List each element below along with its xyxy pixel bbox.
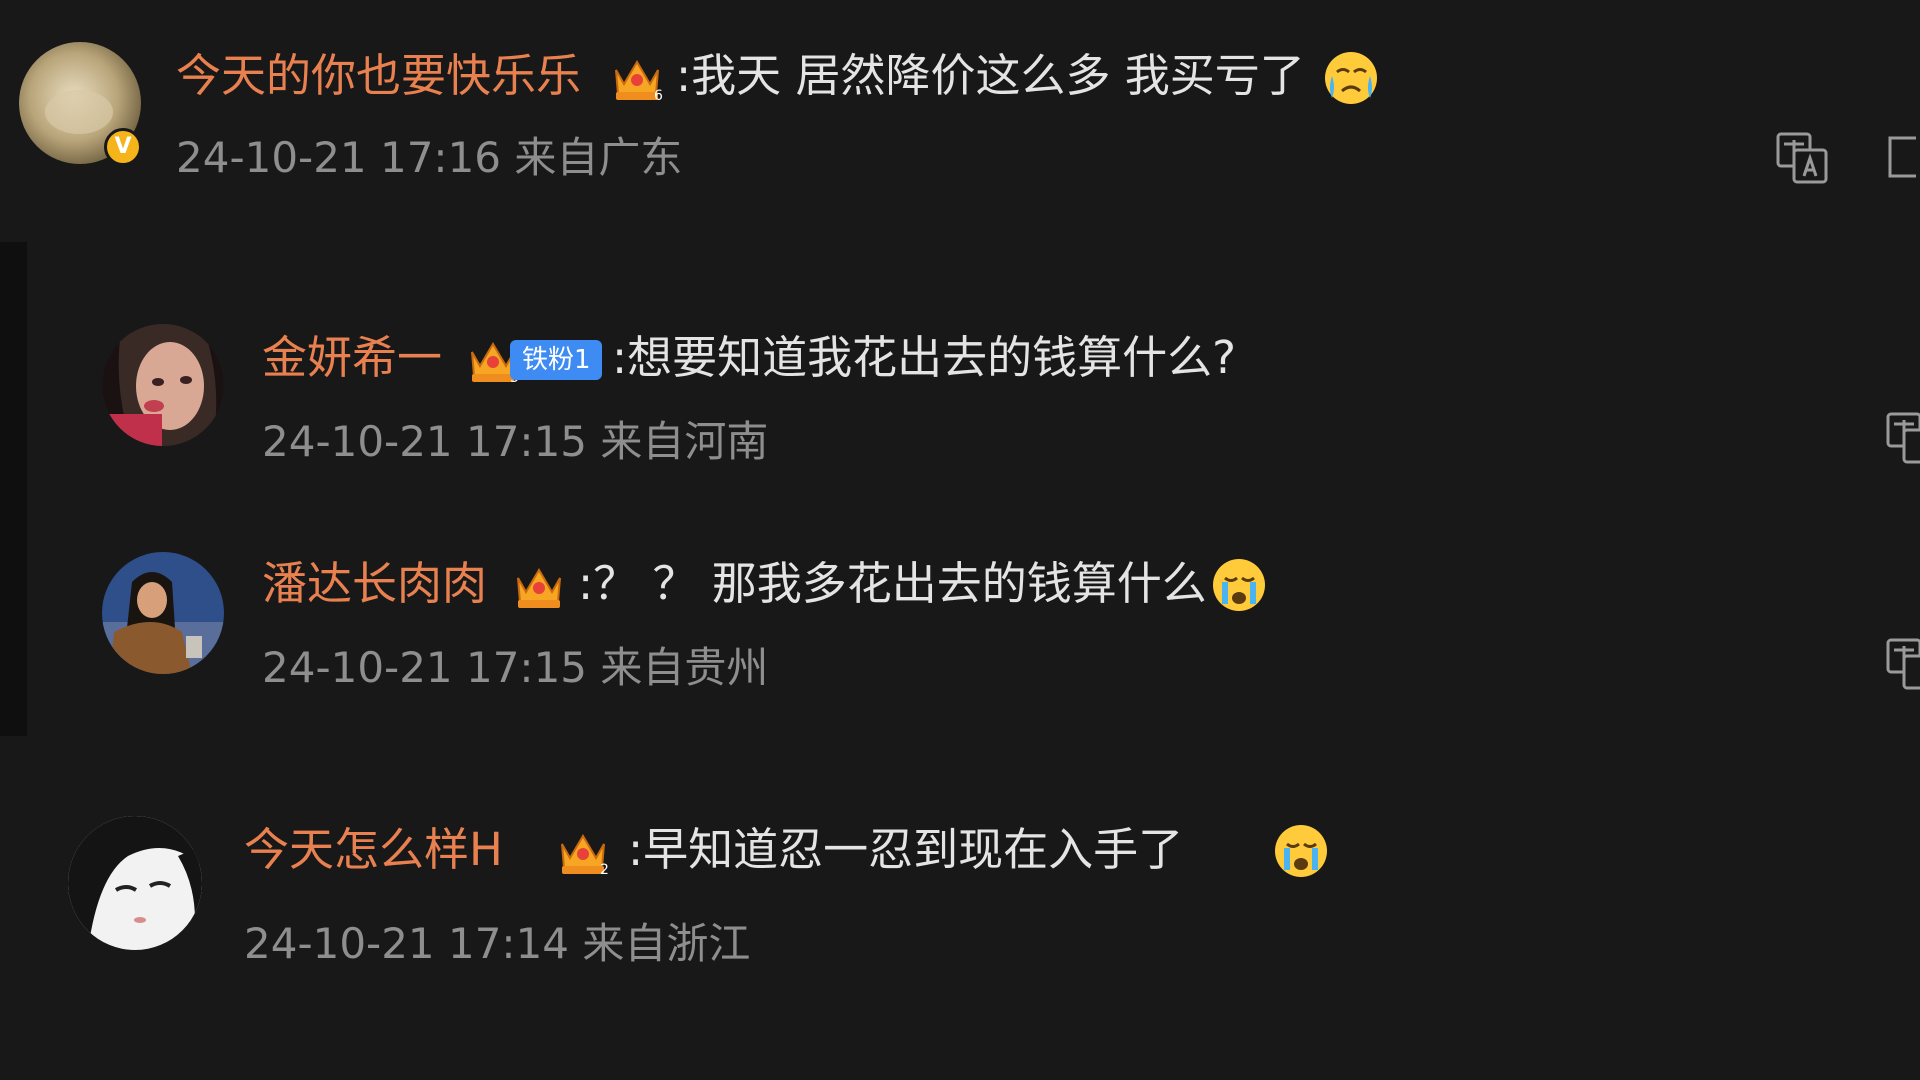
- sad-emoji-icon: [1275, 825, 1327, 877]
- avatar[interactable]: [102, 324, 224, 446]
- comment-text: :我天 居然降价这么多 我买亏了: [676, 49, 1305, 102]
- reply-thread-bar: [0, 242, 27, 736]
- comment-text: :早知道忍一忍到现在入手了: [628, 823, 1184, 876]
- comment-time: 24-10-21 17:16 来自广东: [176, 133, 683, 182]
- reply-text: :想要知道我花出去的钱算什么?: [612, 331, 1237, 384]
- translate-icon[interactable]: [1774, 130, 1830, 186]
- reply-icon[interactable]: [1886, 132, 1920, 182]
- sad-emoji-icon: [1213, 559, 1265, 611]
- reply-username[interactable]: 金妍希一: [262, 330, 442, 386]
- avatar[interactable]: [102, 552, 224, 674]
- svg-text:6: 6: [654, 88, 663, 102]
- fan-badge: 铁粉1: [510, 340, 602, 380]
- reply-username[interactable]: 潘达长肉肉: [262, 556, 487, 612]
- reply-time: 24-10-21 17:15 来自河南: [262, 417, 769, 466]
- avatar[interactable]: [68, 816, 202, 950]
- crown-badge-icon: 2: [561, 834, 609, 876]
- svg-text:2: 2: [600, 862, 609, 876]
- comment-time: 24-10-21 17:14 来自浙江: [244, 919, 751, 968]
- verified-badge-icon: V: [104, 128, 142, 166]
- reply-time: 24-10-21 17:15 来自贵州: [262, 643, 769, 692]
- comment-username[interactable]: 今天的你也要快乐乐: [176, 48, 581, 104]
- crown-badge-icon: [517, 568, 561, 608]
- translate-icon[interactable]: [1884, 410, 1920, 466]
- crown-badge-icon: 6: [615, 60, 663, 102]
- translate-icon[interactable]: [1884, 636, 1920, 692]
- comment-username[interactable]: 今天怎么样H: [244, 822, 503, 878]
- crying-emoji-icon: [1325, 52, 1377, 104]
- reply-text: :？ ？ 那我多花出去的钱算什么: [578, 557, 1207, 610]
